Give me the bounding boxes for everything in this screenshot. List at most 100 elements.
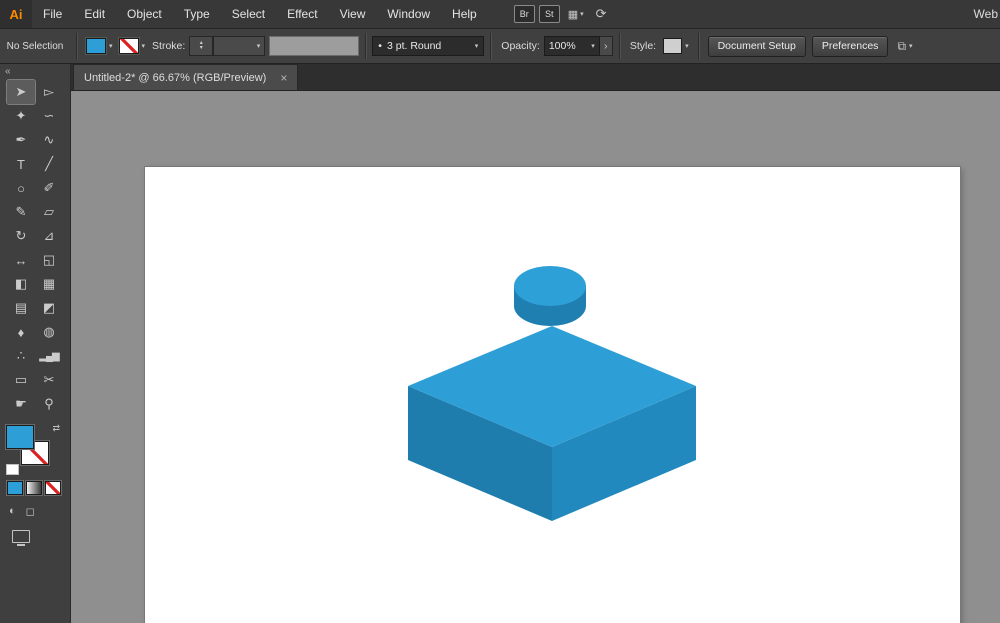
pencil-tool[interactable]: ✎	[7, 200, 35, 224]
none-button[interactable]	[45, 481, 61, 495]
change-screen-mode-icon[interactable]	[12, 530, 30, 546]
close-tab-icon[interactable]: ×	[280, 71, 287, 85]
selection-status: No Selection	[6, 40, 64, 52]
document-tab-bar: Untitled-2* @ 66.67% (RGB/Preview) ×	[71, 64, 1000, 91]
eyedropper-tool[interactable]: ♦	[7, 320, 35, 344]
curvature-tool[interactable]: ∿	[35, 128, 63, 152]
swap-fill-stroke-icon[interactable]: ⇄	[52, 423, 60, 434]
scale-tool[interactable]: ⊿	[35, 224, 63, 248]
stroke-weight-dropdown[interactable]: ▾	[213, 36, 266, 56]
menu-bar: Ai File Edit Object Type Select Effect View Win…	[0, 0, 1000, 29]
stroke-label: Stroke:	[152, 40, 186, 52]
color-mode-buttons	[0, 475, 70, 495]
perspective-grid-tool[interactable]: ▦	[35, 272, 63, 296]
rotate-tool[interactable]: ↻	[7, 224, 35, 248]
tools-panel: « ➤ ▻ ✦ ∽ ✒ ∿ T ╱ ○ ✐ ✎ ▱ ↻ ⊿ ↔ ◱ ◧ ▦ ▤ ◩ ♦ ◍ ∴ ▂▄▆ ▭ ✂ ☛ ⚲ ⇄ ◐ ◻	[0, 64, 71, 623]
style-control[interactable]: ▾	[663, 38, 689, 54]
separator	[365, 33, 367, 59]
sync-settings-icon[interactable]: ⟳	[596, 6, 607, 22]
menu-object[interactable]: Object	[116, 0, 173, 28]
drawing-modes: ◐ ◻	[0, 495, 70, 518]
control-stroke-swatch[interactable]	[118, 38, 139, 54]
draw-modes-icon[interactable]: ◐	[9, 505, 16, 518]
stroke-weight-stepper[interactable]: ▴ ▾	[189, 36, 214, 56]
workspace-label[interactable]: Web	[974, 7, 1000, 21]
draw-inside-icon[interactable]: ◻	[26, 505, 35, 518]
stock-icon[interactable]: St	[538, 5, 560, 23]
direct-selection-tool[interactable]: ▻	[35, 80, 63, 104]
separator	[618, 33, 620, 59]
line-segment-tool[interactable]: ╱	[35, 152, 63, 176]
workspace-grid-icon: ▦	[567, 8, 579, 21]
chevron-down-icon: ▾	[109, 42, 113, 50]
color-button[interactable]	[7, 481, 23, 495]
menu-effect[interactable]: Effect	[276, 0, 328, 28]
menu-edit[interactable]: Edit	[73, 0, 116, 28]
illustrator-logo-icon[interactable]: Ai	[0, 0, 32, 28]
selection-tool[interactable]: ➤	[6, 79, 36, 105]
stepper-down-icon[interactable]: ▾	[200, 45, 203, 51]
appbar-icons: Br St ▦ ▾ ⟳	[513, 5, 607, 23]
opacity-flyout-arrow[interactable]: ›	[599, 36, 613, 56]
tools-grid: ➤ ▻ ✦ ∽ ✒ ∿ T ╱ ○ ✐ ✎ ▱ ↻ ⊿ ↔ ◱ ◧ ▦ ▤ ◩ ♦ ◍ ∴ ▂▄▆ ▭ ✂ ☛ ⚲	[0, 79, 70, 417]
magic-wand-tool[interactable]: ✦	[7, 104, 35, 128]
separator	[697, 33, 699, 59]
stroke-color-control[interactable]: ▾	[118, 38, 145, 54]
chevron-down-icon: ▾	[685, 42, 689, 50]
menu-items: File Edit Object Type Select Effect View Window…	[32, 0, 488, 28]
fill-color-control[interactable]: ▾	[86, 38, 113, 54]
document-setup-button[interactable]: Document Setup	[707, 35, 806, 57]
menu-view[interactable]: View	[329, 0, 377, 28]
eraser-tool[interactable]: ▱	[35, 200, 63, 224]
zoom-tool[interactable]: ⚲	[35, 392, 63, 416]
workspace-switcher[interactable]: ▦ ▾	[564, 8, 588, 21]
control-fill-swatch[interactable]	[86, 38, 106, 54]
chevron-down-icon: ▾	[909, 42, 913, 50]
hand-tool[interactable]: ☛	[7, 392, 35, 416]
paintbrush-tool[interactable]: ✐	[35, 176, 63, 200]
chevron-down-icon: ▾	[580, 10, 584, 18]
lasso-tool[interactable]: ∽	[35, 104, 63, 128]
bridge-icon[interactable]: Br	[513, 5, 535, 23]
style-label: Style:	[629, 40, 657, 52]
artwork-lego-brick[interactable]	[71, 91, 1000, 623]
ellipse-tool[interactable]: ○	[7, 176, 35, 200]
brick-stud-top[interactable]	[514, 266, 586, 306]
screen-mode-control	[0, 518, 70, 548]
style-swatch[interactable]	[663, 38, 683, 54]
main-area: « ➤ ▻ ✦ ∽ ✒ ∿ T ╱ ○ ✐ ✎ ▱ ↻ ⊿ ↔ ◱ ◧ ▦ ▤ ◩ ♦ ◍ ∴ ▂▄▆ ▭ ✂ ☛ ⚲ ⇄ ◐ ◻	[0, 64, 1000, 623]
symbol-sprayer-tool[interactable]: ∴	[7, 344, 35, 368]
arrange-icon: ⧉	[897, 38, 907, 53]
illustrator-window: Ai File Edit Object Type Select Effect View Win…	[0, 0, 1000, 623]
canvas[interactable]	[71, 91, 1000, 623]
type-tool[interactable]: T	[7, 152, 35, 176]
menu-help[interactable]: Help	[441, 0, 488, 28]
fill-swatch[interactable]	[6, 425, 34, 449]
gradient-tool[interactable]: ◩	[35, 296, 63, 320]
pen-tool[interactable]: ✒	[7, 128, 35, 152]
collapse-panel-button[interactable]: «	[5, 66, 11, 77]
artboard-tool[interactable]: ▭	[7, 368, 35, 392]
menu-select[interactable]: Select	[221, 0, 276, 28]
width-tool[interactable]: ↔	[7, 248, 35, 272]
arrange-control[interactable]: ⧉ ▾	[897, 39, 912, 54]
mesh-tool[interactable]: ▤	[7, 296, 35, 320]
document-area: Untitled-2* @ 66.67% (RGB/Preview) ×	[71, 64, 1000, 623]
shape-builder-tool[interactable]: ◧	[7, 272, 35, 296]
width-profile-dropdown	[269, 36, 360, 56]
slice-tool[interactable]: ✂	[35, 368, 63, 392]
gradient-button[interactable]	[26, 481, 42, 495]
column-graph-tool[interactable]: ▂▄▆	[35, 344, 63, 368]
document-tab[interactable]: Untitled-2* @ 66.67% (RGB/Preview) ×	[73, 64, 299, 90]
opacity-field[interactable]: 100% ▾	[543, 36, 600, 56]
brush-bullet-icon: •	[378, 40, 382, 52]
preferences-button[interactable]: Preferences	[811, 35, 889, 57]
free-transform-tool[interactable]: ◱	[35, 248, 63, 272]
brush-definition-dropdown[interactable]: • 3 pt. Round ▾	[372, 36, 485, 56]
blend-tool[interactable]: ◍	[35, 320, 63, 344]
menu-window[interactable]: Window	[376, 0, 441, 28]
default-fill-stroke-icon[interactable]	[6, 464, 19, 475]
menu-file[interactable]: File	[32, 0, 73, 28]
fill-stroke-indicator: ⇄	[6, 423, 66, 475]
menu-type[interactable]: Type	[173, 0, 221, 28]
